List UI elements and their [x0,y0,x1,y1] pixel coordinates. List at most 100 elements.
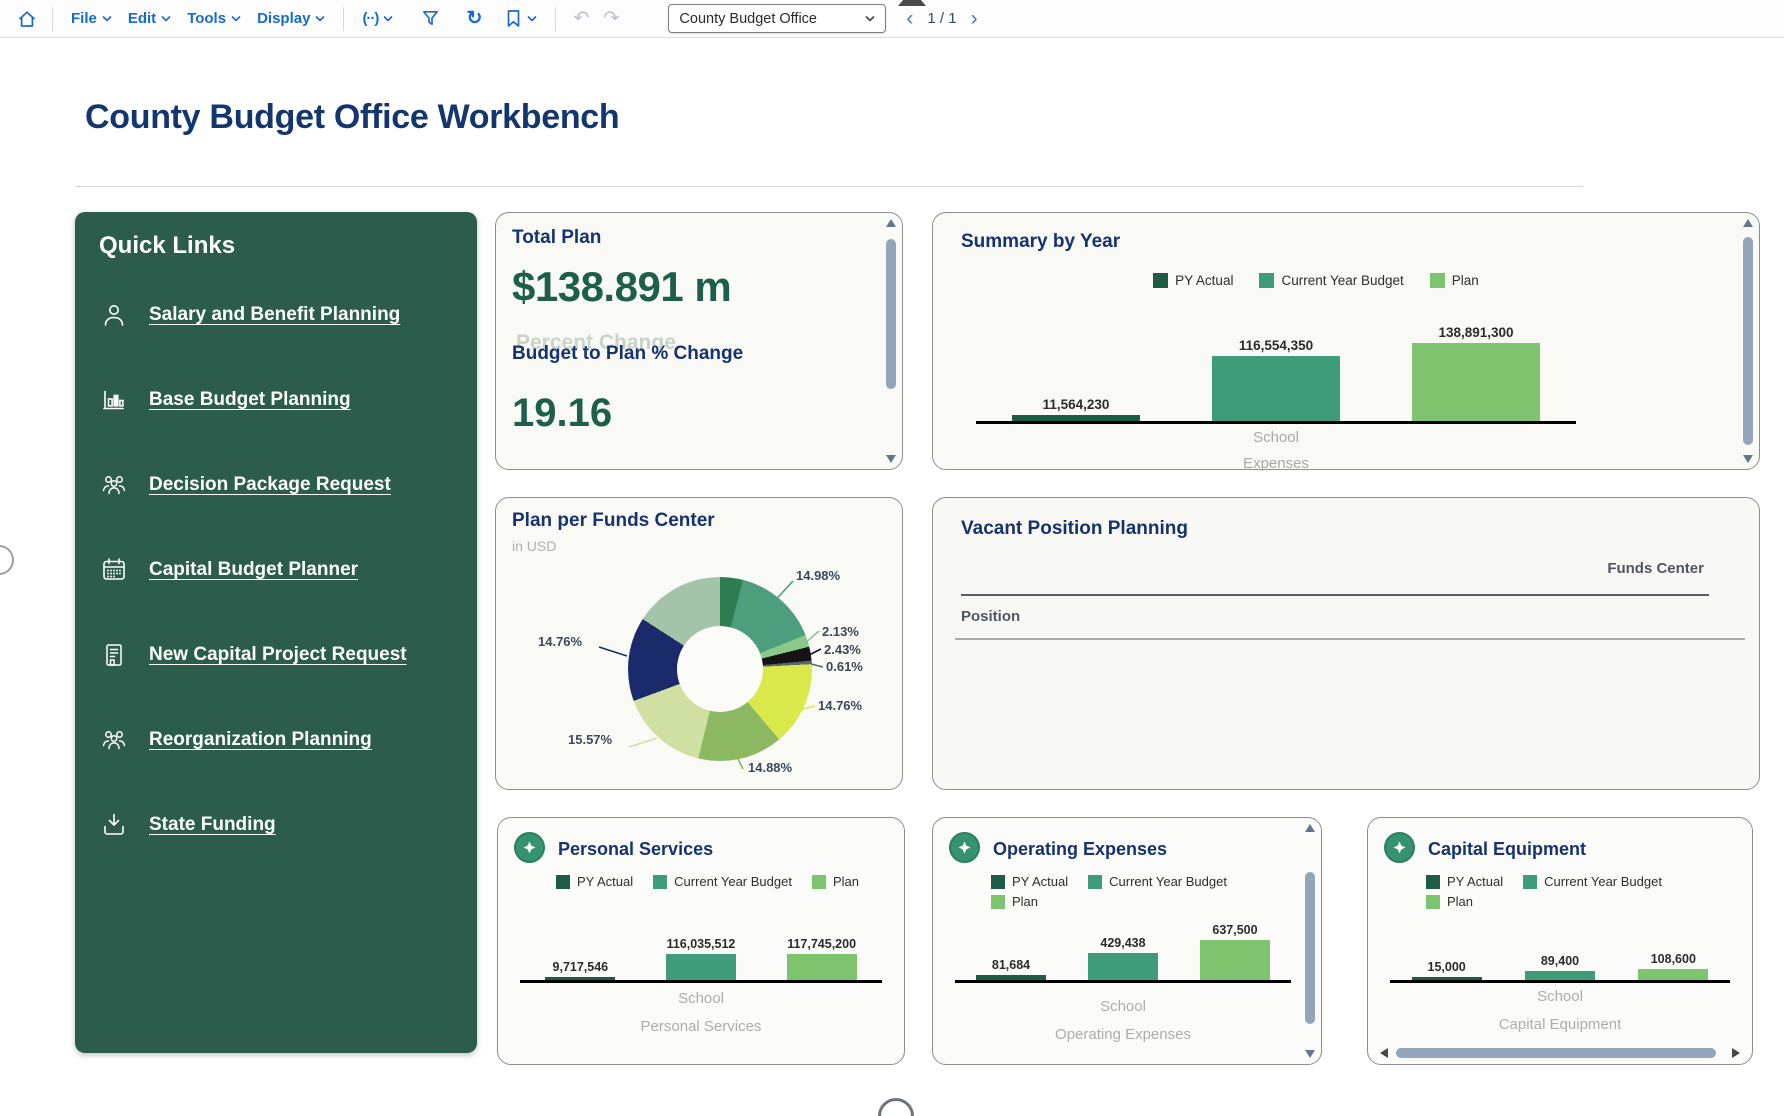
scrollbar-thumb[interactable] [1396,1047,1716,1058]
legend-item-plan: Plan [811,874,859,889]
slice-label: 14.76% [818,698,863,713]
legend-item-current-year-budget: Current Year Budget [1259,273,1404,288]
slice-label: 14.76% [538,634,583,649]
bar-py-actual: 15,000 [1411,960,1482,980]
personal-services-card: Personal Services PY Actual Current Year… [497,817,905,1065]
bar-py-actual: 11,564,230 [1012,397,1140,421]
bar-py-actual: 81,684 [976,958,1046,980]
menu-file[interactable]: File [63,6,120,31]
edge-circle [0,545,14,575]
quick-link-new-capital-project-request[interactable]: New Capital Project Request [99,640,453,670]
quick-link-label: Decision Package Request [149,474,391,495]
quick-link-label: State Funding [149,814,276,835]
scrollbar-thumb[interactable] [1742,237,1753,445]
scroll-up-icon[interactable] [1304,824,1315,832]
legend-item-plan: Plan [1429,273,1479,288]
legend-item-plan: Plan [991,894,1038,909]
bar-value-label: 637,500 [1212,923,1258,937]
kpi-sparkle-icon [949,832,980,863]
page-selector-dropdown[interactable]: County Budget Office [668,4,887,33]
scrollbar-thumb[interactable] [1304,872,1315,1024]
scroll-up-icon[interactable] [885,219,896,227]
x-axis-label-dimension: Operating Expenses [1055,1026,1191,1043]
legend-item-current-year-budget: Current Year Budget [653,874,792,889]
edge-circle [878,1098,914,1116]
kpi-sparkle-icon [1384,832,1415,863]
quick-link-salary-benefit-planning[interactable]: Salary and Benefit Planning [99,300,453,330]
summary-bar-chart: 11,564,230 116,554,350 138,891,300 [976,309,1576,424]
bar-value-label: 15,000 [1427,960,1466,974]
summary-by-year-card: Summary by Year PY Actual Current Year B… [932,212,1760,472]
scroll-down-icon[interactable] [885,455,896,463]
capital-equipment-bar-chart: 15,000 89,400 108,600 [1390,924,1730,983]
scroll-up-icon[interactable] [1742,219,1753,227]
undo-icon[interactable]: ↶ [566,7,596,30]
scroll-down-icon[interactable] [1304,1050,1315,1058]
scrollbar-thumb[interactable] [885,239,896,389]
legend-chip [991,894,1005,909]
quick-link-label: Base Budget Planning [149,389,351,410]
filter-icon[interactable] [415,6,445,32]
funds-center-chart-subtitle: in USD [512,538,557,554]
table-header-rule [961,594,1709,596]
menu-display[interactable]: Display [249,6,333,31]
bar-value-label: 138,891,300 [1438,325,1514,340]
legend-chip [1523,874,1538,889]
menu-tools[interactable]: Tools [179,6,249,31]
quick-link-base-budget-planning[interactable]: Base Budget Planning [99,385,453,415]
vacant-position-title: Vacant Position Planning [961,518,1188,539]
quick-link-label: Salary and Benefit Planning [149,304,401,325]
home-icon[interactable] [12,6,42,32]
legend-chip [1426,894,1440,909]
quick-link-state-funding[interactable]: State Funding [99,810,453,840]
legend-chip [811,874,826,889]
toolbar-separator [343,6,345,31]
download-icon [104,813,124,835]
operating-expenses-bar-chart: 81,684 429,438 637,500 [955,923,1291,983]
quick-link-decision-package-request[interactable]: Decision Package Request [99,470,453,500]
x-axis-label-school: School [1537,988,1583,1005]
summary-scrollbar[interactable] [1741,219,1754,463]
prev-page-button[interactable]: ‹ [906,8,913,29]
legend-item-py-actual: PY Actual [991,874,1068,889]
person-icon [104,305,124,326]
menu-edit[interactable]: Edit [120,6,179,31]
next-page-button[interactable]: › [971,8,978,29]
donut-hole [677,626,763,712]
bar-current-year-budget: 116,554,350 [1212,338,1340,421]
bar [1088,953,1158,980]
bar [976,975,1046,980]
operating-expenses-card: Operating Expenses PY Actual Current Yea… [932,817,1322,1065]
quick-link-label: New Capital Project Request [149,644,407,665]
quick-link-capital-budget-planner[interactable]: Capital Budget Planner [99,555,453,585]
legend-chip [1153,273,1169,288]
page-pagination: ‹ 1 / 1 › [906,8,977,29]
toolbar-separator [52,6,53,31]
bar-current-year-budget: 89,400 [1524,954,1595,980]
capital-equipment-hscrollbar[interactable] [1380,1046,1740,1059]
bar-value-label: 116,554,350 [1238,338,1314,353]
variable-icon[interactable]: (··) [354,6,401,31]
total-plan-scrollbar[interactable] [884,219,897,463]
scroll-left-icon[interactable] [1380,1047,1388,1058]
page-indicator: 1 / 1 [927,10,957,27]
refresh-icon[interactable]: ↻ [459,6,489,32]
redo-icon[interactable]: ↷ [596,7,626,30]
bar [665,954,736,980]
bar-value-label: 116,035,512 [666,937,736,951]
operating-expenses-title: Operating Expenses [993,839,1168,859]
capital-project-icon [106,644,122,666]
toolbar: File Edit Tools Display (··) ↻ ↶ ↷ Count… [0,0,1784,38]
bar-plan: 108,600 [1638,952,1709,980]
scroll-right-icon[interactable] [1732,1047,1740,1058]
position-column-header: Position [961,608,1021,625]
bar-value-label: 89,400 [1540,954,1580,968]
operating-expenses-scrollbar[interactable] [1303,824,1316,1058]
bar-value-label: 108,600 [1650,952,1696,966]
capital-equipment-legend: PY Actual Current Year Budget Plan [1426,874,1726,909]
bookmark-icon[interactable] [497,5,545,32]
page-selector-value: County Budget Office [679,10,817,27]
quick-link-reorganization-planning[interactable]: Reorganization Planning [99,725,453,755]
budget-to-plan-change-title: Budget to Plan % Change [512,343,744,364]
scroll-down-icon[interactable] [1742,455,1753,463]
